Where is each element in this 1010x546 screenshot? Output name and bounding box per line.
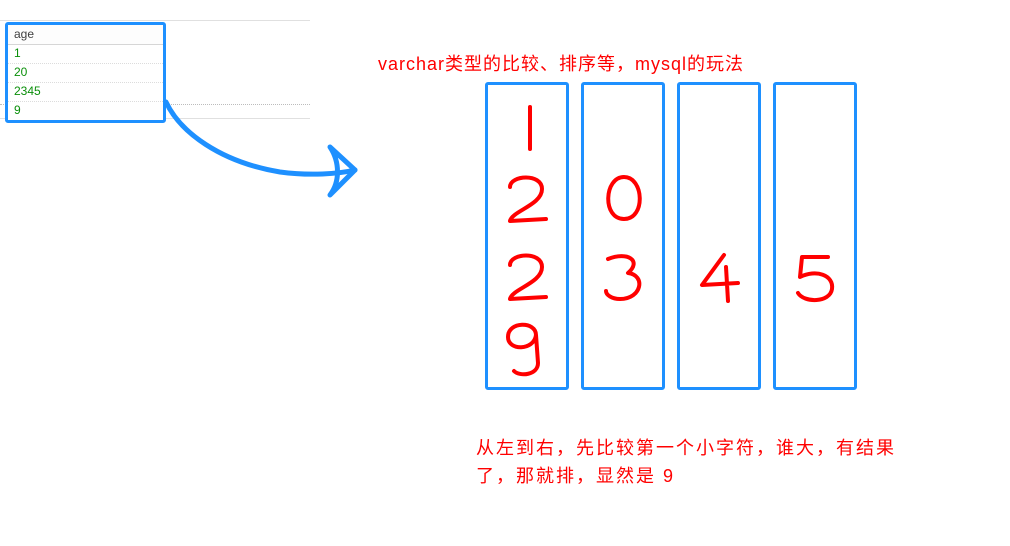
- table-row: 20: [8, 64, 163, 83]
- table-row: 2345: [8, 83, 163, 102]
- table-top-rule: [0, 20, 310, 21]
- digit-4: [680, 243, 760, 323]
- title-text: varchar类型的比较、排序等，mysql的玩法: [378, 50, 744, 76]
- col-2: [581, 82, 665, 390]
- table-row: 1: [8, 45, 163, 64]
- digit-3: [584, 243, 664, 323]
- bottom-text: 从左到右，先比较第一个小字符，谁大，有结果 了，那就排，显然是 9: [476, 434, 916, 490]
- age-table: age 1 20 2345 9: [5, 22, 166, 123]
- bottom-line1: 从左到右，先比较第一个小字符，谁大，有结果: [476, 438, 896, 458]
- col-3: [677, 82, 761, 390]
- bottom-line2: 了，那就排，显然是 9: [476, 466, 675, 486]
- col-1: [485, 82, 569, 390]
- digit-9: [486, 313, 566, 393]
- digit-1: [488, 95, 568, 175]
- digit-2: [488, 243, 568, 323]
- col-4: [773, 82, 857, 390]
- digit-2: [488, 165, 568, 245]
- age-table-header: age: [8, 25, 163, 45]
- digit-5: [776, 243, 856, 323]
- table-row: 9: [8, 102, 163, 120]
- arrow-icon: [160, 92, 390, 222]
- digit-columns: [485, 82, 857, 390]
- digit-0: [584, 165, 664, 245]
